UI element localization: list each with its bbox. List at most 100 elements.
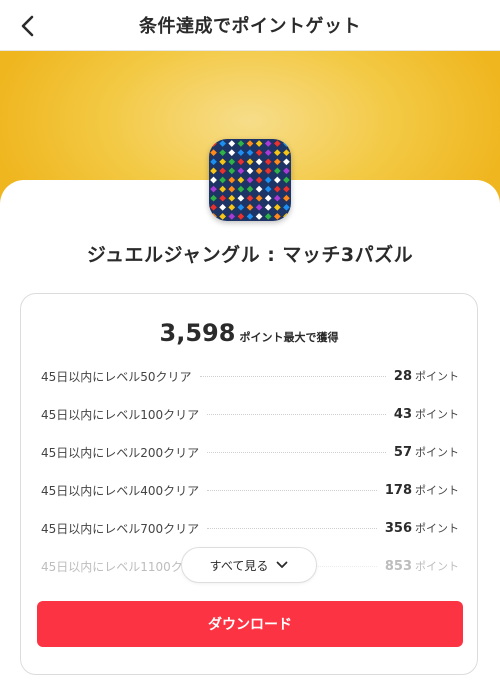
gem-icon <box>227 157 236 166</box>
gem-icon <box>209 194 218 203</box>
mission-row: 45日以内にレベル100クリア 43 ポイント <box>41 404 459 424</box>
chevron-left-icon <box>21 15 34 37</box>
gem-icon <box>255 176 263 184</box>
gem-icon <box>218 203 227 212</box>
mission-label: 45日以内にレベル700クリア <box>41 521 200 536</box>
mission-label: 45日以内にレベル50クリア <box>41 369 192 384</box>
gem-icon <box>255 167 263 175</box>
mission-points: 853 <box>384 558 412 574</box>
gem-icon <box>273 203 282 212</box>
gem-icon <box>255 139 263 148</box>
gem-icon <box>237 203 245 212</box>
gem-icon <box>237 167 245 175</box>
mission-row: 45日以内にレベル400クリア 178 ポイント <box>41 480 459 500</box>
gem-icon <box>218 139 227 148</box>
gem-icon <box>237 176 245 184</box>
gem-icon <box>282 176 291 184</box>
gem-icon <box>273 194 282 203</box>
mission-points-unit: ポイント <box>415 522 459 535</box>
gem-icon <box>264 176 273 184</box>
gem-icon <box>218 176 227 184</box>
download-button[interactable]: ダウンロード <box>37 601 463 647</box>
gem-icon <box>237 185 245 193</box>
gem-icon <box>246 167 254 175</box>
gem-icon <box>237 194 245 203</box>
gem-icon <box>255 157 263 166</box>
gem-icon <box>227 212 236 221</box>
gem-icon <box>227 185 236 193</box>
gem-icon <box>237 157 245 166</box>
mission-points: 28 <box>393 368 412 384</box>
gem-icon <box>264 139 273 148</box>
download-label: ダウンロード <box>208 617 292 633</box>
gem-icon <box>237 212 245 221</box>
mission-row: 45日以内にレベル200クリア 57 ポイント <box>41 442 459 462</box>
gem-icon <box>246 176 254 184</box>
top-bar: 条件達成でポイントゲット <box>0 0 500 51</box>
gem-icon <box>218 148 227 157</box>
gem-icon <box>246 212 254 221</box>
gem-icon <box>227 176 236 184</box>
gem-icon <box>246 157 254 166</box>
gem-icon <box>273 167 282 175</box>
dotted-leader <box>207 413 386 415</box>
gem-icon <box>209 157 218 166</box>
dotted-leader <box>207 527 377 529</box>
gem-icon <box>255 194 263 203</box>
gem-icon <box>246 148 254 157</box>
gem-icon <box>209 176 218 184</box>
gem-icon <box>255 185 263 193</box>
gem-icon <box>264 194 273 203</box>
gem-icon <box>246 139 254 148</box>
mission-points-unit: ポイント <box>415 560 459 573</box>
gem-icon <box>218 157 227 166</box>
gem-icon <box>246 203 254 212</box>
mission-points-unit: ポイント <box>415 370 459 383</box>
gem-icon <box>273 185 282 193</box>
dotted-leader <box>207 451 386 453</box>
mission-row: 45日以内にレベル700クリア 356 ポイント <box>41 518 459 538</box>
app-name: ジュエルジャングル : マッチ3パズル <box>86 244 414 266</box>
mission-points-unit: ポイント <box>415 408 459 421</box>
mission-label: 45日以内にレベル200クリア <box>41 445 200 460</box>
mission-points-unit: ポイント <box>415 484 459 497</box>
gem-icon <box>282 167 291 175</box>
total-points-label: ポイント最大で獲得 <box>239 331 339 344</box>
mission-points-unit: ポイント <box>415 446 459 459</box>
app-icon <box>209 139 291 221</box>
mission-row: 45日以内にレベル50クリア 28 ポイント <box>41 366 459 386</box>
gem-icon <box>246 185 254 193</box>
back-button[interactable] <box>14 12 42 40</box>
gem-icon <box>273 157 282 166</box>
see-all-button[interactable]: すべて見る <box>181 547 317 583</box>
mission-label: 45日以内にレベル100クリア <box>41 407 200 422</box>
gem-icon <box>237 139 245 148</box>
gem-icon <box>218 194 227 203</box>
gem-icon <box>246 194 254 203</box>
gem-icon <box>227 148 236 157</box>
gem-icon <box>255 203 263 212</box>
page-title: 条件達成でポイントゲット <box>139 16 361 37</box>
gem-icon <box>273 139 282 148</box>
gem-icon <box>237 148 245 157</box>
gem-icon <box>282 185 291 193</box>
gem-icon <box>227 194 236 203</box>
gem-icon <box>227 167 236 175</box>
see-all-label: すべて見る <box>209 558 269 573</box>
mission-points: 43 <box>393 406 412 422</box>
gem-icon <box>282 203 291 212</box>
reward-card: 3,598 ポイント最大で獲得 45日以内にレベル50クリア 28 ポイント 45… <box>20 293 478 675</box>
dotted-leader <box>199 375 386 377</box>
gem-icon <box>218 212 227 221</box>
gem-icon <box>209 148 218 157</box>
gem-icon <box>282 194 291 203</box>
mission-label: 45日以内にレベル1100ク <box>41 559 183 574</box>
gem-icon <box>264 203 273 212</box>
chevron-down-icon <box>276 561 288 568</box>
gem-icon <box>264 212 273 221</box>
gem-icon <box>282 148 291 157</box>
gem-icon <box>282 157 291 166</box>
gem-icon <box>273 212 282 221</box>
gem-icon <box>209 167 218 175</box>
gem-icon <box>255 212 263 221</box>
